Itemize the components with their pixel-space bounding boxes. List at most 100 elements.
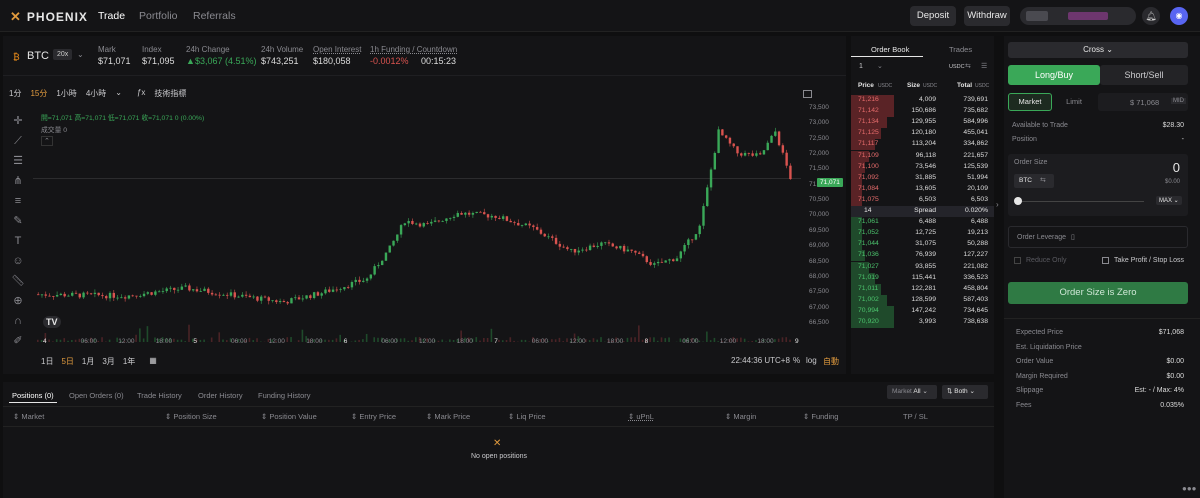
asset-toggle[interactable]: BTC ⇆ [1014, 174, 1054, 188]
lock-draw-icon[interactable]: ✐ [11, 334, 25, 348]
column-header[interactable]: TP / SL [903, 412, 928, 421]
range-3m[interactable]: 3月 [102, 356, 114, 367]
pitchfork-icon[interactable]: ⋔ [11, 174, 25, 188]
magnet-icon[interactable]: ∩ [11, 314, 25, 328]
wallet-address-button[interactable] [1020, 7, 1136, 25]
bid-row[interactable]: 70,994 147,242 734,645 [851, 305, 994, 317]
column-header[interactable]: ⇕ Liq Price [508, 412, 546, 421]
zoom-icon[interactable]: ⊕ [11, 294, 25, 308]
tab-order-history[interactable]: Order History [198, 391, 243, 400]
interval-1m[interactable]: 1分 [9, 88, 21, 99]
max-button[interactable]: MAX ⌄ [1156, 196, 1182, 205]
tab-order-book[interactable]: Order Book [871, 45, 909, 54]
indicators-button[interactable]: 技術指標 [154, 88, 186, 99]
interval-1h[interactable]: 1小時 [56, 88, 76, 99]
column-header[interactable]: ⇕ Funding [803, 412, 838, 421]
deposit-button[interactable]: Deposit [910, 6, 956, 26]
chevron-right-icon[interactable]: › [996, 200, 999, 209]
range-1y[interactable]: 1年 [123, 356, 135, 367]
column-header[interactable]: ⇕ Margin [725, 412, 756, 421]
mid-button[interactable]: MID [1171, 98, 1186, 104]
ruler-icon[interactable]: 📏︎ [11, 274, 25, 288]
bid-row[interactable]: 71,019 115,441 336,523 [851, 272, 994, 284]
order-leverage-field[interactable]: Order Leverage ▯ [1008, 226, 1188, 248]
market-order-tab[interactable]: Market [1008, 93, 1052, 111]
crosshair-icon[interactable]: ✛ [11, 114, 25, 128]
column-header[interactable]: ⇕ Mark Price [426, 412, 470, 421]
emoji-icon[interactable]: ☺ [11, 254, 25, 268]
bid-row[interactable]: 70,920 3,993 738,638 [851, 317, 994, 328]
bid-row[interactable]: 71,061 6,488 6,488 [851, 217, 994, 229]
bid-row[interactable]: 71,036 76,939 127,227 [851, 250, 994, 262]
layout-icon[interactable]: ☰ [981, 62, 987, 70]
horizontal-lines-icon[interactable]: ☰ [11, 154, 25, 168]
ask-row[interactable]: 71,109 96,118 221,657 [851, 150, 994, 162]
ask-row[interactable]: 71,134 129,955 584,996 [851, 117, 994, 129]
bid-row[interactable]: 71,044 31,075 50,288 [851, 239, 994, 251]
tab-funding-history[interactable]: Funding History [258, 391, 311, 400]
column-header[interactable]: ⇕ Market [13, 412, 44, 421]
tab-positions[interactable]: Positions (0) [12, 391, 54, 400]
column-header[interactable]: ⇕ Position Value [261, 412, 317, 421]
chat-icon[interactable]: ●●● [1182, 484, 1197, 493]
tab-trade-history[interactable]: Trade History [137, 391, 182, 400]
chevron-down-icon[interactable]: ⌄ [77, 50, 84, 59]
nav-referrals[interactable]: Referrals [193, 10, 236, 22]
tpsl-checkbox[interactable] [1102, 257, 1109, 264]
bid-row[interactable]: 71,011 122,281 458,804 [851, 283, 994, 295]
ask-row[interactable]: 71,100 73,546 125,539 [851, 161, 994, 173]
trendline-icon[interactable]: ⟋ [11, 134, 25, 148]
range-1m[interactable]: 1月 [82, 356, 94, 367]
withdraw-button[interactable]: Withdraw [964, 6, 1010, 26]
tab-open-orders[interactable]: Open Orders (0) [69, 391, 124, 400]
tab-trades[interactable]: Trades [949, 45, 972, 54]
chevron-down-icon[interactable]: ⌄ [115, 88, 122, 99]
submit-order-button[interactable]: Order Size is Zero [1008, 282, 1188, 304]
reduce-only-checkbox[interactable] [1014, 257, 1021, 264]
price-field[interactable]: $ 71,068 MID [1098, 93, 1188, 111]
calendar-icon[interactable]: ▦ [149, 356, 157, 367]
ask-row[interactable]: 71,142 150,686 735,682 [851, 106, 994, 118]
auto-toggle[interactable]: 自動 [823, 356, 839, 367]
ask-row[interactable]: 71,075 6,503 6,503 [851, 194, 994, 206]
ask-row[interactable]: 71,084 13,605 20,109 [851, 183, 994, 195]
market-symbol[interactable]: BTC [27, 50, 49, 62]
log-toggle[interactable]: log [806, 356, 817, 365]
margin-mode-select[interactable]: Cross ⌄ [1008, 42, 1188, 58]
indicator-icon[interactable]: ƒx [137, 88, 145, 99]
leverage-badge[interactable]: 20x [53, 49, 73, 60]
size-slider-handle[interactable] [1014, 197, 1022, 205]
order-size-input[interactable]: 0 [1173, 160, 1180, 175]
range-5d[interactable]: 5日 [61, 356, 73, 367]
column-header[interactable]: ⇕ uPnL [628, 412, 654, 421]
ask-row[interactable]: 71,216 4,009 739,691 [851, 95, 994, 106]
ask-row[interactable]: 71,125 120,180 455,041 [851, 128, 994, 140]
percent-toggle[interactable]: % [793, 356, 800, 365]
discord-icon[interactable]: ◉ [1170, 7, 1188, 25]
tick-size-select[interactable]: 1 [859, 63, 863, 70]
bid-row[interactable]: 71,002 128,599 587,403 [851, 294, 994, 306]
swap-icon[interactable]: ⇆ [965, 62, 971, 70]
text-icon[interactable]: T [11, 234, 25, 248]
interval-15m[interactable]: 15分 [30, 88, 47, 99]
long-buy-button[interactable]: Long/Buy [1008, 65, 1100, 85]
limit-order-tab[interactable]: Limit [1054, 93, 1094, 111]
column-header[interactable]: ⇕ Entry Price [351, 412, 396, 421]
bid-row[interactable]: 71,052 12,725 19,213 [851, 228, 994, 240]
fullscreen-icon[interactable] [803, 90, 812, 98]
ask-row[interactable]: 71,092 31,885 51,994 [851, 172, 994, 184]
logo[interactable]: ✕ PHOENIX [10, 9, 88, 25]
market-filter-select[interactable]: Market All ⌄ [887, 385, 937, 399]
fib-icon[interactable]: ≡ [11, 194, 25, 208]
size-slider-track[interactable] [1018, 201, 1144, 202]
notification-bell-icon[interactable]: 🔔︎ [1142, 7, 1160, 25]
nav-portfolio[interactable]: Portfolio [139, 10, 178, 22]
ob-unit-toggle[interactable]: USDC [949, 64, 965, 70]
short-sell-button[interactable]: Short/Sell [1100, 65, 1188, 85]
candlestick-chart[interactable] [33, 108, 801, 342]
column-header[interactable]: ⇕ Position Size [165, 412, 217, 421]
nav-trade[interactable]: Trade [98, 10, 125, 22]
brush-icon[interactable]: ✎ [11, 214, 25, 228]
ask-row[interactable]: 71,117 113,204 334,862 [851, 139, 994, 151]
side-filter-select[interactable]: ⇅ Both ⌄ [942, 385, 988, 399]
